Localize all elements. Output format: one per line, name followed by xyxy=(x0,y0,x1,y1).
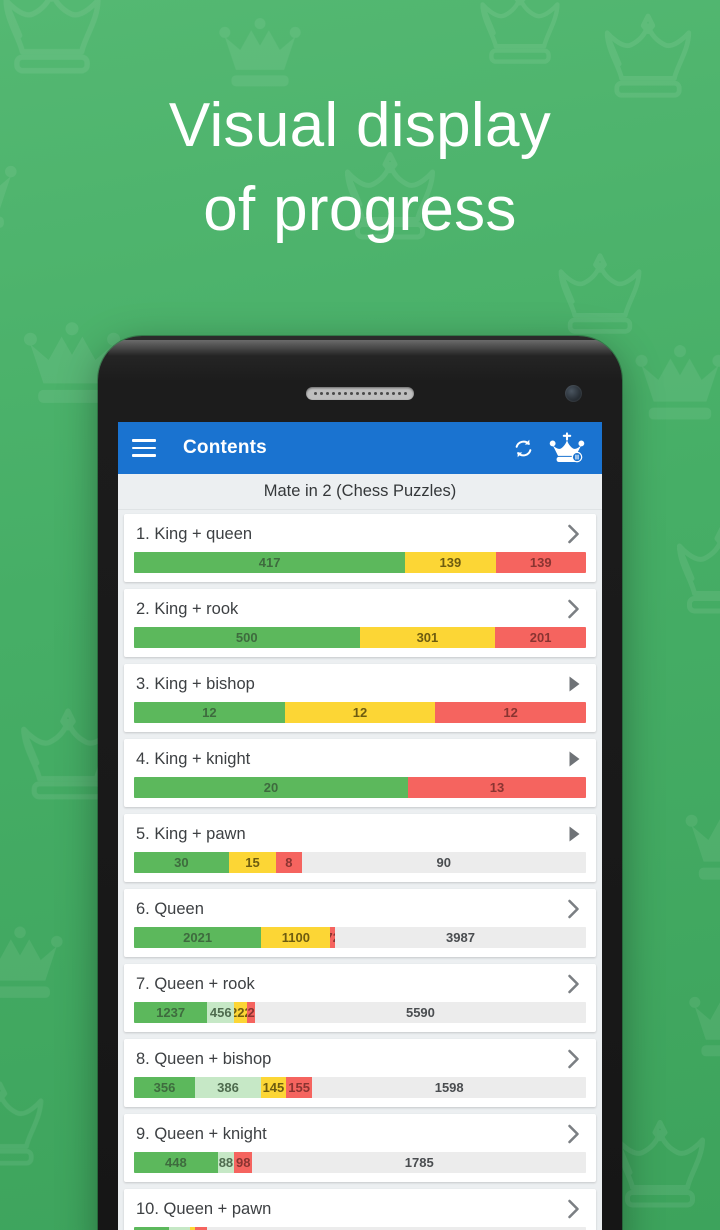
chevron-right-icon[interactable] xyxy=(564,1123,584,1145)
list-item[interactable]: 1. King + queen 417 139 139 xyxy=(124,514,596,582)
speaker-grille-icon xyxy=(306,387,414,400)
progress-segment-partial: 88 xyxy=(217,1152,235,1173)
list-item-header: 8. Queen + bishop xyxy=(134,1047,586,1077)
progress-segment-partial: 386 xyxy=(194,1077,262,1098)
progress-segment-fail: 139 xyxy=(495,552,586,573)
list-item-header: 5. King + pawn xyxy=(134,822,586,852)
chevron-right-icon[interactable] xyxy=(564,523,584,545)
progress-segment-fail: 126 xyxy=(247,1002,255,1023)
phone-screen: Contents Mate in 2 (Chess Puzzles) 1. Ki… xyxy=(118,422,602,1230)
sync-refresh-icon[interactable] xyxy=(506,431,540,465)
progress-segment-warn: 222 xyxy=(234,1002,248,1023)
list-item-title: 3. King + bishop xyxy=(136,674,255,693)
progress-segment-fail: 13 xyxy=(407,777,586,798)
list-item-title: 6. Queen xyxy=(136,899,204,918)
list-item[interactable]: 6. Queen 20211100723987 xyxy=(124,889,596,957)
front-camera-icon xyxy=(565,385,582,402)
progress-segment-rest: 1785 xyxy=(252,1152,586,1173)
progress-segment-fail: 98 xyxy=(234,1152,253,1173)
promo-headline: Visual display of progress xyxy=(0,84,720,253)
progress-segment-done: 500 xyxy=(134,627,360,648)
triangle-right-icon[interactable] xyxy=(564,673,584,695)
progress-segment-partial: 456 xyxy=(207,1002,235,1023)
list-item-header: 6. Queen xyxy=(134,897,586,927)
progress-bar: 12 12 12 xyxy=(134,702,586,723)
list-item[interactable]: 4. King + knight 20 13 xyxy=(124,739,596,807)
progress-segment-done: 20 xyxy=(134,777,408,798)
progress-segment-rest: 90 xyxy=(301,852,586,873)
progress-segment-warn: 301 xyxy=(359,627,496,648)
list-item-title: 4. King + knight xyxy=(136,749,251,768)
progress-segment-warn: 145 xyxy=(261,1077,286,1098)
list-item-title: 10. Queen + pawn xyxy=(136,1199,272,1218)
list-item[interactable]: 7. Queen + rook 12374562221265590 xyxy=(124,964,596,1032)
hamburger-menu-icon[interactable] xyxy=(132,433,162,463)
list-item-title: 5. King + pawn xyxy=(136,824,246,843)
list-item-header: 2. King + rook xyxy=(134,597,586,627)
chevron-right-icon[interactable] xyxy=(564,898,584,920)
chevron-right-icon[interactable] xyxy=(564,973,584,995)
list-item-header: 10. Queen + pawn xyxy=(134,1197,586,1227)
list-item[interactable]: 2. King + rook 500 301 201 xyxy=(124,589,596,657)
list-item[interactable]: 8. Queen + bishop 356 386 145 155 1598 xyxy=(124,1039,596,1107)
list-item-header: 3. King + bishop xyxy=(134,672,586,702)
progress-list[interactable]: 1. King + queen 417 139 139 2. King + rook 50… xyxy=(118,510,602,1230)
progress-segment-fail: 155 xyxy=(285,1077,313,1098)
progress-bar: 20211100723987 xyxy=(134,927,586,948)
list-item[interactable]: 5. King + pawn 30 15 8 90 xyxy=(124,814,596,882)
progress-segment-rest: 3987 xyxy=(334,927,586,948)
list-item-title: 2. King + rook xyxy=(136,599,239,618)
progress-segment-rest: 1598 xyxy=(312,1077,586,1098)
progress-segment-fail: 12 xyxy=(435,702,586,723)
list-item-title: 9. Queen + knight xyxy=(136,1124,267,1143)
section-subtitle: Mate in 2 (Chess Puzzles) xyxy=(263,482,457,500)
progress-segment-done: 12 xyxy=(134,702,285,723)
progress-segment-done: 448 xyxy=(134,1152,218,1173)
headline-line-1: Visual display xyxy=(168,91,552,160)
list-item-title: 7. Queen + rook xyxy=(136,974,255,993)
chevron-right-icon[interactable] xyxy=(564,598,584,620)
list-item-header: 9. Queen + knight xyxy=(134,1122,586,1152)
progress-segment-fail: 8 xyxy=(276,852,302,873)
chevron-right-icon[interactable] xyxy=(564,1198,584,1220)
section-subtitle-bar: Mate in 2 (Chess Puzzles) xyxy=(118,474,602,510)
progress-segment-done: 30 xyxy=(134,852,229,873)
progress-bar: 500 301 201 xyxy=(134,627,586,648)
headline-line-2: of progress xyxy=(203,175,517,245)
list-item-title: 1. King + queen xyxy=(136,524,253,543)
progress-bar: 448 88 98 1785 xyxy=(134,1152,586,1173)
triangle-right-icon[interactable] xyxy=(564,748,584,770)
list-item-header: 7. Queen + rook xyxy=(134,972,586,1002)
progress-segment-warn: 1100 xyxy=(261,927,331,948)
chess-king-logo-icon[interactable] xyxy=(546,429,588,467)
progress-segment-fail: 201 xyxy=(495,627,586,648)
chevron-right-icon[interactable] xyxy=(564,1048,584,1070)
progress-segment-done: 417 xyxy=(134,552,406,573)
progress-segment-done: 356 xyxy=(134,1077,195,1098)
list-item-header: 1. King + queen xyxy=(134,522,586,552)
list-item-header: 4. King + knight xyxy=(134,747,586,777)
progress-segment-done: 1237 xyxy=(134,1002,208,1023)
progress-bar: 20 13 xyxy=(134,777,586,798)
phone-top-bezel xyxy=(98,336,622,422)
list-item[interactable]: 3. King + bishop 12 12 12 xyxy=(124,664,596,732)
progress-bar: 12374562221265590 xyxy=(134,1002,586,1023)
progress-segment-warn: 15 xyxy=(228,852,277,873)
list-item-title: 8. Queen + bishop xyxy=(136,1049,272,1068)
app-bar-title: Contents xyxy=(183,437,267,458)
phone-mockup: Contents Mate in 2 (Chess Puzzles) 1. Ki… xyxy=(98,336,622,1230)
progress-bar: 30 15 8 90 xyxy=(134,852,586,873)
progress-segment-warn: 139 xyxy=(405,552,496,573)
list-item[interactable]: 9. Queen + knight 448 88 98 1785 xyxy=(124,1114,596,1182)
triangle-right-icon[interactable] xyxy=(564,823,584,845)
progress-bar: 417 139 139 xyxy=(134,552,586,573)
progress-segment-rest: 5590 xyxy=(254,1002,586,1023)
progress-segment-warn: 12 xyxy=(284,702,436,723)
progress-segment-done: 2021 xyxy=(134,927,262,948)
app-bar: Contents xyxy=(118,422,602,474)
list-item[interactable]: 10. Queen + pawn1237717431340 xyxy=(124,1189,596,1230)
progress-bar: 356 386 145 155 1598 xyxy=(134,1077,586,1098)
